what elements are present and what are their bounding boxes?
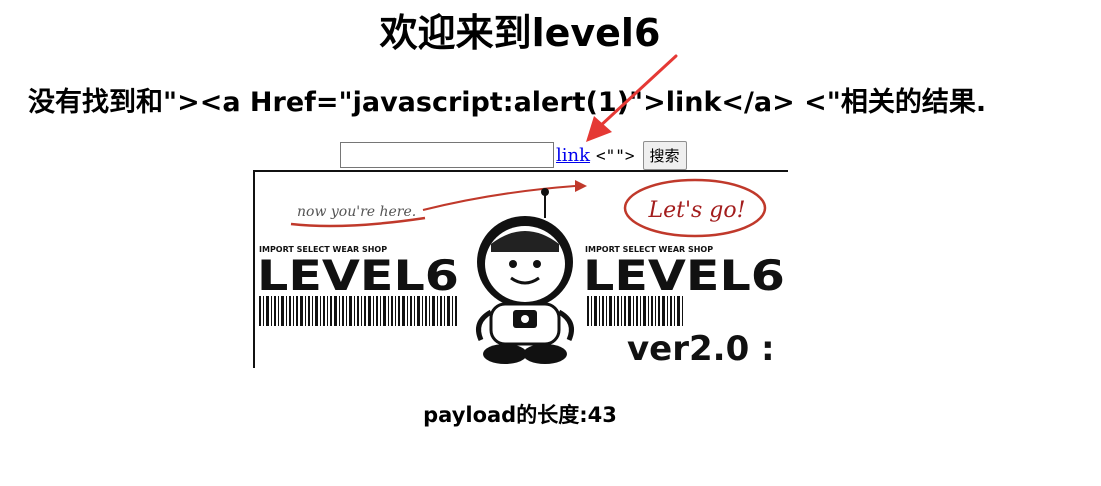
search-button[interactable]: 搜索 [642,140,687,170]
robot-mascot-icon [476,188,574,364]
banner-handwriting-left: now you're here. [297,204,416,220]
search-result-message: 没有找到和"><a Href="javascript:alert(1)">lin… [28,87,987,118]
version-label: ver2.0 : [627,329,775,368]
barcode-right [587,296,683,326]
red-arrow-icon [586,54,678,142]
page-title: 欢迎来到level6 [379,11,661,55]
injected-link[interactable]: link [556,145,590,166]
level-banner-image: now you're here. Let's go! IMPORT SELECT… [253,170,788,368]
logo-left: LEVEL6 [257,251,459,300]
speech-bubble-text: Let's go! [648,198,746,223]
search-form: link <""> 搜索 [340,140,687,170]
banner-artwork: now you're here. Let's go! IMPORT SELECT… [257,178,785,368]
injected-trailing-text: <""> [596,145,635,165]
barcode-left [259,296,457,326]
logo-right: LEVEL6 [583,251,785,300]
payload-length: payload的长度:43 [423,403,617,427]
search-input[interactable] [340,142,554,168]
